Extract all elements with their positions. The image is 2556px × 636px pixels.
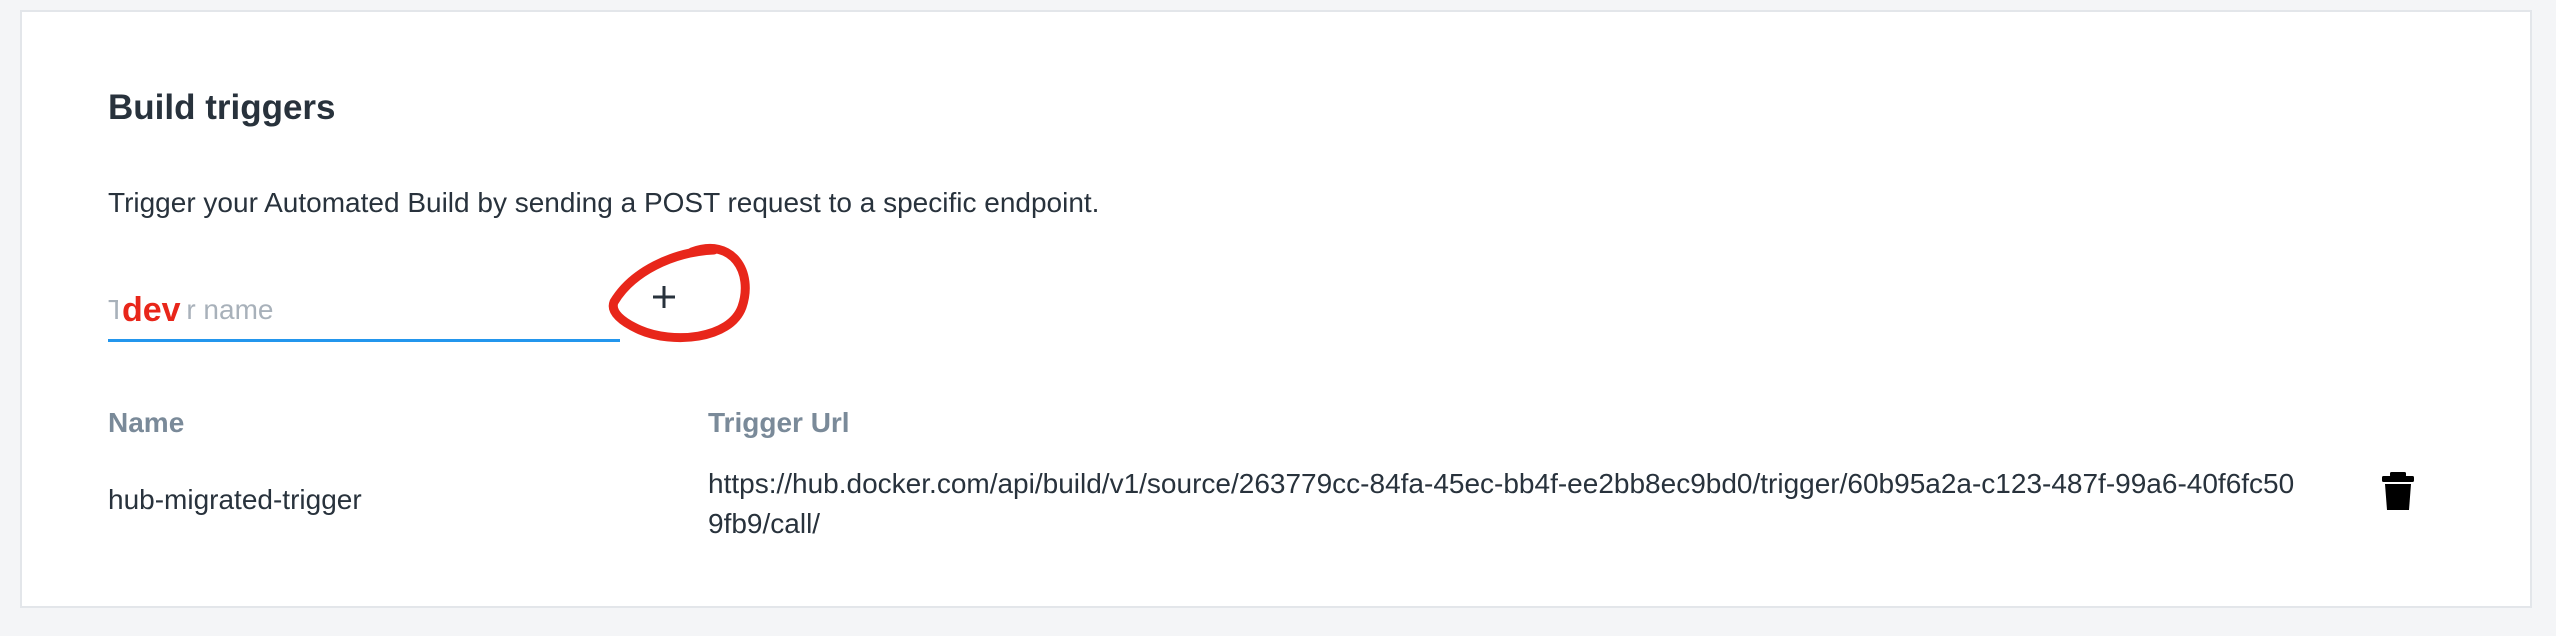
trigger-url-cell: https://hub.docker.com/api/build/v1/sour… <box>708 468 2295 539</box>
section-title: Build triggers <box>108 88 336 127</box>
trigger-name-field[interactable]: dev <box>108 282 620 342</box>
column-header-trigger-url: Trigger Url <box>708 407 850 438</box>
delete-trigger-button[interactable] <box>2378 470 2418 512</box>
trash-icon <box>2382 472 2414 510</box>
add-trigger-button[interactable] <box>602 232 752 352</box>
section-description: Trigger your Automated Build by sending … <box>108 187 1100 218</box>
trigger-name-input[interactable] <box>108 282 620 338</box>
column-header-name: Name <box>108 407 185 438</box>
trigger-name-cell: hub-migrated-trigger <box>108 484 362 515</box>
plus-icon <box>653 286 675 308</box>
build-triggers-panel: Build triggers Trigger your Automated Bu… <box>20 10 2532 608</box>
typed-trigger-name: dev <box>118 288 185 332</box>
